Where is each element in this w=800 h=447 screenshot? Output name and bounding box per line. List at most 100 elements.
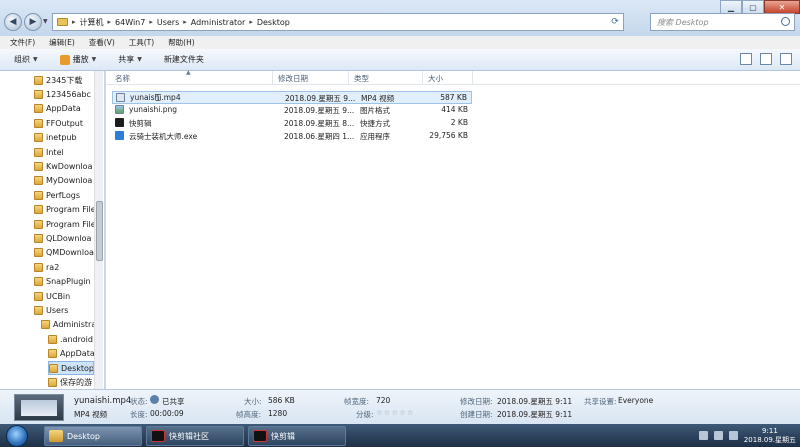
breadcrumb-desktop[interactable]: Desktop [257,18,290,27]
file-size: 414 KB [441,105,468,114]
nav-item-label: Program File [46,219,94,229]
shared-with-label: 共享设置: [584,397,617,406]
folder-icon [34,233,43,243]
folder-icon [34,248,43,258]
file-size: 587 KB [440,93,467,102]
help-icon[interactable] [780,53,792,65]
start-button[interactable] [6,425,28,447]
nav-item[interactable]: 保存的游 [48,375,94,389]
nav-item[interactable]: FFOutput [34,116,94,130]
column-date[interactable]: 修改日期 [278,73,308,84]
folder-icon [49,363,58,373]
network-icon[interactable] [698,431,708,440]
file-row[interactable]: 云骑士装机大师.exe 2018.06.星期四 1... 应用程序 29,756 KB [112,130,472,143]
menu-help[interactable]: 帮助(H) [168,37,195,48]
menu-file[interactable]: 文件(F) [10,37,35,48]
modified-value: 2018.09.星期五 9:11 [497,397,573,406]
file-row[interactable]: yunaishi.png 2018.09.星期五 9... 图片格式 414 KB [112,104,472,117]
file-date: 2018.09.星期五 8... [284,119,355,128]
history-dropdown-icon[interactable]: ▼ [43,18,48,25]
view-controls [740,53,792,65]
nav-item[interactable]: ra2 [34,260,94,274]
nav-item[interactable]: PerfLogs [34,188,94,202]
clock[interactable]: 9:11 2018.09.星期五 [744,427,796,445]
frame-width-value: 720 [376,396,391,405]
view-mode-icon[interactable] [740,53,752,65]
folder-icon [34,176,43,186]
new-folder-button[interactable]: 新建文件夹 [164,54,204,65]
column-size[interactable]: 大小 [428,73,443,84]
menu-view[interactable]: 查看(V) [89,37,115,48]
breadcrumb-users[interactable]: Users [157,18,179,27]
nav-item[interactable]: Desktop [48,361,94,375]
folder-icon [48,377,57,387]
close-button[interactable]: ✕ [764,0,800,14]
taskbar-button-editor[interactable]: 快剪辑 [248,426,346,446]
clock-date: 2018.09.星期五 [743,435,796,444]
flag-icon[interactable] [713,431,723,440]
minimize-button[interactable]: ▁ [720,0,742,14]
refresh-icon[interactable]: ⟳ [608,15,622,29]
file-row[interactable]: 快剪辑 2018.09.星期五 8... 快捷方式 2 KB [112,117,472,130]
nav-item[interactable]: SnapPlugin [34,275,94,289]
breadcrumb-computer[interactable]: 计算机 [80,17,104,28]
menu-edit[interactable]: 编辑(E) [49,37,75,48]
created-value: 2018.09.星期五 9:11 [497,410,573,419]
taskbar-button-desktop[interactable]: Desktop [44,426,142,446]
nav-item[interactable]: 123456abc ( [34,87,94,101]
chevron-down-icon: ▼ [91,56,97,63]
column-type[interactable]: 类型 [354,73,369,84]
nav-item[interactable]: Users [34,303,94,317]
search-icon[interactable] [781,17,790,26]
share-button[interactable]: 共享 ▼ [118,54,142,65]
new-folder-label: 新建文件夹 [163,55,204,64]
nav-item[interactable]: inetpub [34,131,94,145]
share-label: 共享 [118,55,135,64]
menu-tools[interactable]: 工具(T) [129,37,154,48]
chevron-right-icon: ▸ [107,18,112,26]
nav-item-label: KwDownloa [46,161,93,171]
forward-button[interactable]: ▶ [24,13,42,31]
nav-item-label: AppData [60,349,94,359]
nav-item[interactable]: Program File [34,203,94,217]
nav-item[interactable]: Administra [41,318,94,332]
navigation-scrollbar[interactable] [94,71,103,389]
text-cursor-icon: ⌶ [155,93,161,104]
file-size: 29,756 KB [429,131,468,140]
nav-item[interactable]: 2345下载 [34,73,94,87]
file-row[interactable]: yunaishi.mp4 2018.09.星期五 9... MP4 视频 587 KB… [112,91,472,104]
rating-stars[interactable]: ☆☆☆☆☆ [376,408,415,417]
scrollbar-thumb[interactable] [96,201,103,261]
nav-item[interactable]: QMDownloa [34,246,94,260]
preview-pane-icon[interactable] [760,53,772,65]
folder-icon [34,262,43,272]
nav-item[interactable]: KwDownloa [34,159,94,173]
play-button[interactable]: 播放 ▼ [59,54,97,65]
nav-item[interactable]: AppData [34,102,94,116]
nav-item[interactable]: MyDownloa [34,174,94,188]
nav-item-label: ra2 [46,262,60,272]
nav-item-label: MyDownloa [46,176,93,186]
nav-item[interactable]: QLDownloa [34,231,94,245]
created-label: 创建日期: [460,410,493,419]
nav-item[interactable]: Program File [34,217,94,231]
search-placeholder: 搜索 Desktop [657,18,709,27]
breadcrumb-drive[interactable]: 64Win7 [115,18,145,27]
clock-time: 9:11 [762,426,778,435]
maximize-button[interactable]: ▢ [742,0,764,14]
volume-icon[interactable] [728,431,738,440]
nav-item[interactable]: .android [48,332,94,346]
chevron-down-icon: ▼ [137,56,142,63]
back-button[interactable]: ◀ [4,13,22,31]
nav-item-label: inetpub [46,133,77,143]
search-input[interactable]: 搜索 Desktop [650,13,795,31]
nav-item[interactable]: Intel [34,145,94,159]
nav-item[interactable]: AppData [48,347,94,361]
breadcrumb-administrator[interactable]: Administrator [191,18,246,27]
address-bar[interactable]: ▸ 计算机 ▸ 64Win7 ▸ Users ▸ Administrator ▸… [52,13,624,31]
nav-item[interactable]: UCBin [34,289,94,303]
taskbar-button-community[interactable]: 快剪辑社区 [146,426,244,446]
organize-button[interactable]: 组织 ▼ [14,54,38,65]
details-pane: yunaishi.mp4 MP4 视频 状态: 已共享 长度: 00:00:09… [0,389,800,424]
column-name[interactable]: 名称 [115,73,130,84]
